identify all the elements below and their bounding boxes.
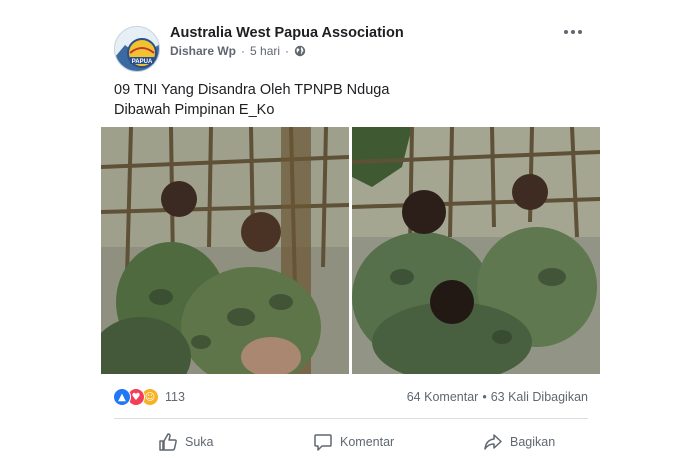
post-meta: Dishare Wp · 5 hari ·: [170, 44, 306, 58]
share-count-link[interactable]: 63 Kali Dibagikan: [491, 390, 588, 404]
photo-soldiers-left[interactable]: [101, 127, 349, 374]
photo-grid: [101, 127, 600, 374]
avatar-logo-text: PAPUA: [132, 59, 153, 65]
comment-count-link[interactable]: 64 Komentar: [407, 390, 479, 404]
action-divider: [114, 418, 588, 419]
share-arrow-icon: [483, 432, 503, 452]
page-name-link[interactable]: Australia West Papua Association: [170, 25, 404, 41]
shared-by-label[interactable]: Dishare Wp: [170, 44, 236, 58]
post-time[interactable]: 5 hari: [250, 44, 280, 58]
more-options-button[interactable]: [560, 24, 586, 40]
caption-line: Dibawah Pimpinan E_Ko: [114, 102, 275, 118]
comment-button[interactable]: Komentar: [313, 430, 394, 454]
like-button[interactable]: Suka: [158, 430, 214, 454]
globe-icon: [294, 45, 306, 57]
reaction-summary[interactable]: ▲ ♥ ☺ 113: [113, 388, 185, 406]
reaction-count[interactable]: 113: [165, 390, 185, 404]
meta-separator: ·: [241, 44, 246, 58]
more-dot-icon: [578, 30, 582, 34]
post-caption: 09 TNI Yang Disandra Oleh TPNPB Nduga Di…: [114, 80, 584, 120]
like-reaction-icon: ▲: [113, 388, 131, 406]
engagement-counts: 64 Komentar • 63 Kali Dibagikan: [407, 390, 588, 404]
caption-line: 09 TNI Yang Disandra Oleh TPNPB Nduga: [114, 82, 390, 98]
more-dot-icon: [564, 30, 568, 34]
more-dot-icon: [571, 30, 575, 34]
share-button-label: Bagikan: [510, 435, 556, 449]
comment-button-label: Komentar: [340, 435, 395, 449]
photo-soldiers-right[interactable]: [352, 127, 600, 374]
thumbs-up-icon: [158, 432, 178, 452]
count-separator: •: [482, 390, 487, 404]
share-button[interactable]: Bagikan: [483, 430, 555, 454]
page-avatar[interactable]: PAPUA: [114, 26, 160, 72]
meta-separator: ·: [285, 44, 290, 58]
facebook-post: PAPUA Australia West Papua Association D…: [0, 0, 700, 465]
comment-bubble-icon: [313, 432, 333, 452]
like-button-label: Suka: [185, 435, 214, 449]
